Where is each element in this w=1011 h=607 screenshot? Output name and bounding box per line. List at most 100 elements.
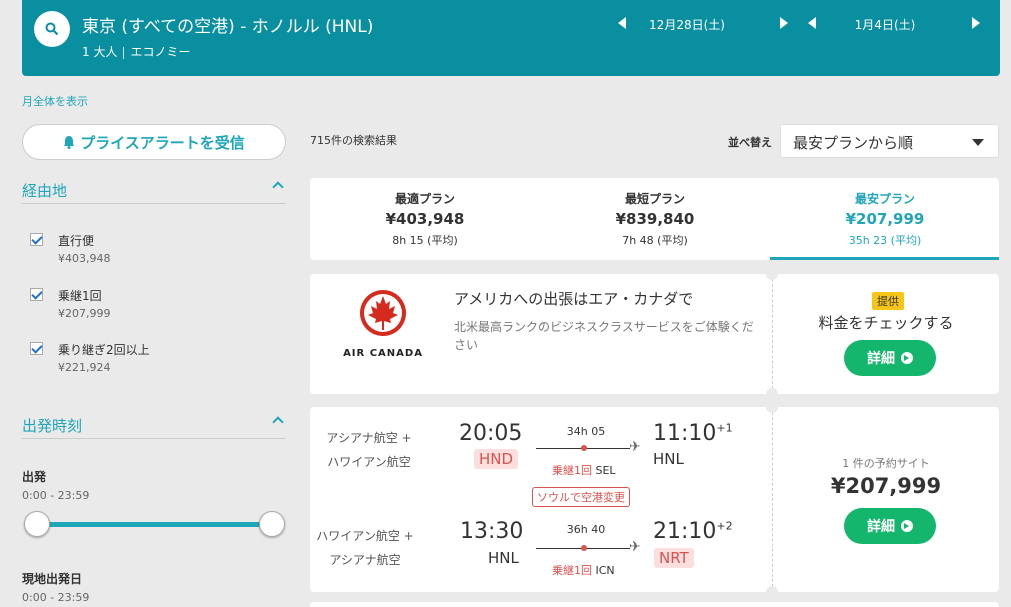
stop-dot: [581, 545, 587, 551]
return-date[interactable]: 1月4日(土): [830, 16, 940, 33]
sort-label: 並べ替え: [728, 136, 772, 149]
chevron-up-icon[interactable]: [272, 181, 284, 193]
stops-filter-title: 経由地: [22, 182, 68, 200]
ad-headline: アメリカへの出張はエア・カナダで: [454, 290, 694, 308]
inbound-duration: 36h 40: [566, 523, 606, 536]
stops-filter-header[interactable]: 経由地: [22, 180, 286, 204]
tab-duration: 7h 48 (平均): [622, 234, 688, 247]
airline-name: ハワイアン航空 +: [316, 529, 414, 543]
local-departure-range: 0:00 - 23:59: [22, 591, 90, 604]
stops-option-label: 乗継1回: [58, 289, 102, 303]
tab-duration: 35h 23 (平均): [848, 234, 922, 247]
button-label: 詳細: [867, 519, 895, 535]
show-month-link[interactable]: 月全体を表示: [22, 93, 88, 109]
ad-card[interactable]: AIR CANADA アメリカへの出張はエア・カナダで 北米最高ランクのビジネス…: [310, 274, 999, 394]
sponsored-badge: 提供: [872, 292, 904, 310]
checkbox[interactable]: [30, 342, 43, 355]
notch: [766, 401, 778, 413]
time-slider-track[interactable]: [36, 522, 272, 527]
notch: [766, 388, 778, 400]
tab-cheapest[interactable]: 最安プラン ¥207,999 35h 23 (平均): [770, 190, 1000, 248]
flight-details-button[interactable]: 詳細: [844, 508, 936, 544]
sort-select[interactable]: 最安プランから順: [780, 124, 999, 158]
tab-fastest[interactable]: 最短プラン ¥839,840 7h 48 (平均): [540, 190, 770, 248]
arrow-right-icon: [901, 520, 913, 532]
next-return-date-button[interactable]: [972, 17, 980, 29]
stop-count: 乗継1回: [552, 564, 592, 577]
slider-handle-end[interactable]: [259, 511, 285, 537]
local-departure-label: 現地出発日: [22, 572, 83, 586]
tab-name: 最安プラン: [854, 192, 915, 206]
price-alert-button[interactable]: プライスアラートを受信: [22, 124, 286, 160]
passenger-count: 1 大人: [82, 45, 118, 59]
route-title[interactable]: 東京 (すべての空港) - ホノルル (HNL): [82, 12, 373, 37]
next-flight-card[interactable]: [310, 602, 999, 607]
notch: [766, 586, 778, 598]
plane-icon: ✈: [629, 539, 641, 555]
times-filter-title: 出発時刻: [22, 417, 83, 435]
stop-dot: [581, 445, 587, 451]
prev-return-date-button[interactable]: [808, 17, 816, 29]
stops-option-price: ¥221,924: [58, 361, 111, 374]
inbound-arrive-airport: NRT: [654, 548, 694, 568]
price-alert-label: プライスアラートを受信: [80, 133, 245, 152]
ad-cta-text: 料金をチェックする: [818, 314, 954, 332]
search-header[interactable]: 東京 (すべての空港) - ホノルル (HNL) 1 大人 エコノミー 12月28…: [22, 0, 1000, 76]
tab-name: 最短プラン: [624, 192, 685, 206]
divider: [772, 407, 773, 592]
tab-price: ¥839,840: [615, 210, 695, 228]
next-depart-date-button[interactable]: [780, 17, 788, 29]
outbound-depart-airport: HND: [474, 449, 519, 469]
tab-price: ¥403,948: [385, 210, 465, 228]
cabin-class: エコノミー: [130, 45, 191, 59]
search-button[interactable]: [34, 11, 70, 47]
stops-option-label: 直行便: [58, 234, 95, 248]
inbound-airlines: ハワイアン航空 + アシアナ航空: [315, 524, 415, 572]
stops-option-price: ¥207,999: [58, 307, 111, 320]
times-filter-header[interactable]: 出発時刻: [22, 415, 286, 439]
result-count: 715件の検索結果: [310, 134, 397, 147]
search-icon: [45, 22, 59, 36]
sort-value: 最安プランから順: [793, 134, 914, 152]
day-offset: +2: [716, 519, 733, 533]
day-offset: +1: [716, 421, 733, 435]
outbound-duration: 34h 05: [566, 425, 606, 438]
slider-handle-start[interactable]: [24, 511, 50, 537]
inbound-stops: 乗継1回 ICN: [552, 562, 615, 578]
ad-details-button[interactable]: 詳細: [844, 340, 936, 376]
plane-icon: ✈: [629, 439, 641, 455]
prev-depart-date-button[interactable]: [618, 17, 626, 29]
tab-best[interactable]: 最適プラン ¥403,948 8h 15 (平均): [310, 190, 540, 248]
airline-name: アシアナ航空: [329, 553, 401, 567]
stops-option-label: 乗り継ぎ2回以上: [58, 343, 150, 357]
chevron-up-icon[interactable]: [272, 416, 284, 428]
stop-count: 乗継1回: [552, 464, 592, 477]
arrive-time: 21:10: [653, 519, 717, 544]
outbound-airlines: アシアナ航空 + ハワイアン航空: [319, 426, 419, 474]
passenger-summary[interactable]: 1 大人 エコノミー: [82, 43, 190, 60]
outbound-arrive-time: 11:10+1: [653, 421, 733, 446]
notch: [766, 268, 778, 280]
active-tab-indicator: [770, 257, 999, 260]
ad-brand: AIR CANADA: [343, 348, 423, 359]
inbound-depart-time: 13:30: [460, 519, 524, 544]
flight-price: ¥207,999: [830, 474, 942, 498]
checkbox[interactable]: [30, 233, 43, 246]
ad-description: 北米最高ランクのビジネスクラスサービスをご体験ください: [454, 320, 754, 352]
tab-price: ¥207,999: [845, 210, 925, 228]
outbound-depart-time: 20:05: [459, 421, 523, 446]
tab-duration: 8h 15 (平均): [392, 234, 458, 247]
divider: [772, 274, 773, 394]
tab-name: 最適プラン: [394, 192, 455, 206]
airline-name: アシアナ航空 +: [326, 431, 412, 445]
divider: [123, 46, 125, 59]
checkbox[interactable]: [30, 288, 43, 301]
departure-label: 出発: [22, 470, 47, 484]
depart-date[interactable]: 12月28日(土): [632, 16, 742, 33]
caret-down-icon: [972, 139, 984, 146]
flight-card[interactable]: アシアナ航空 + ハワイアン航空 20:05 HND 34h 05 ✈ 乗継1回…: [310, 407, 999, 592]
arrive-time: 11:10: [653, 421, 717, 446]
outbound-arrive-airport: HNL: [653, 450, 684, 468]
booking-sites-count: 1 件の予約サイト: [842, 457, 930, 470]
inbound-arrive-time: 21:10+2: [653, 519, 733, 544]
